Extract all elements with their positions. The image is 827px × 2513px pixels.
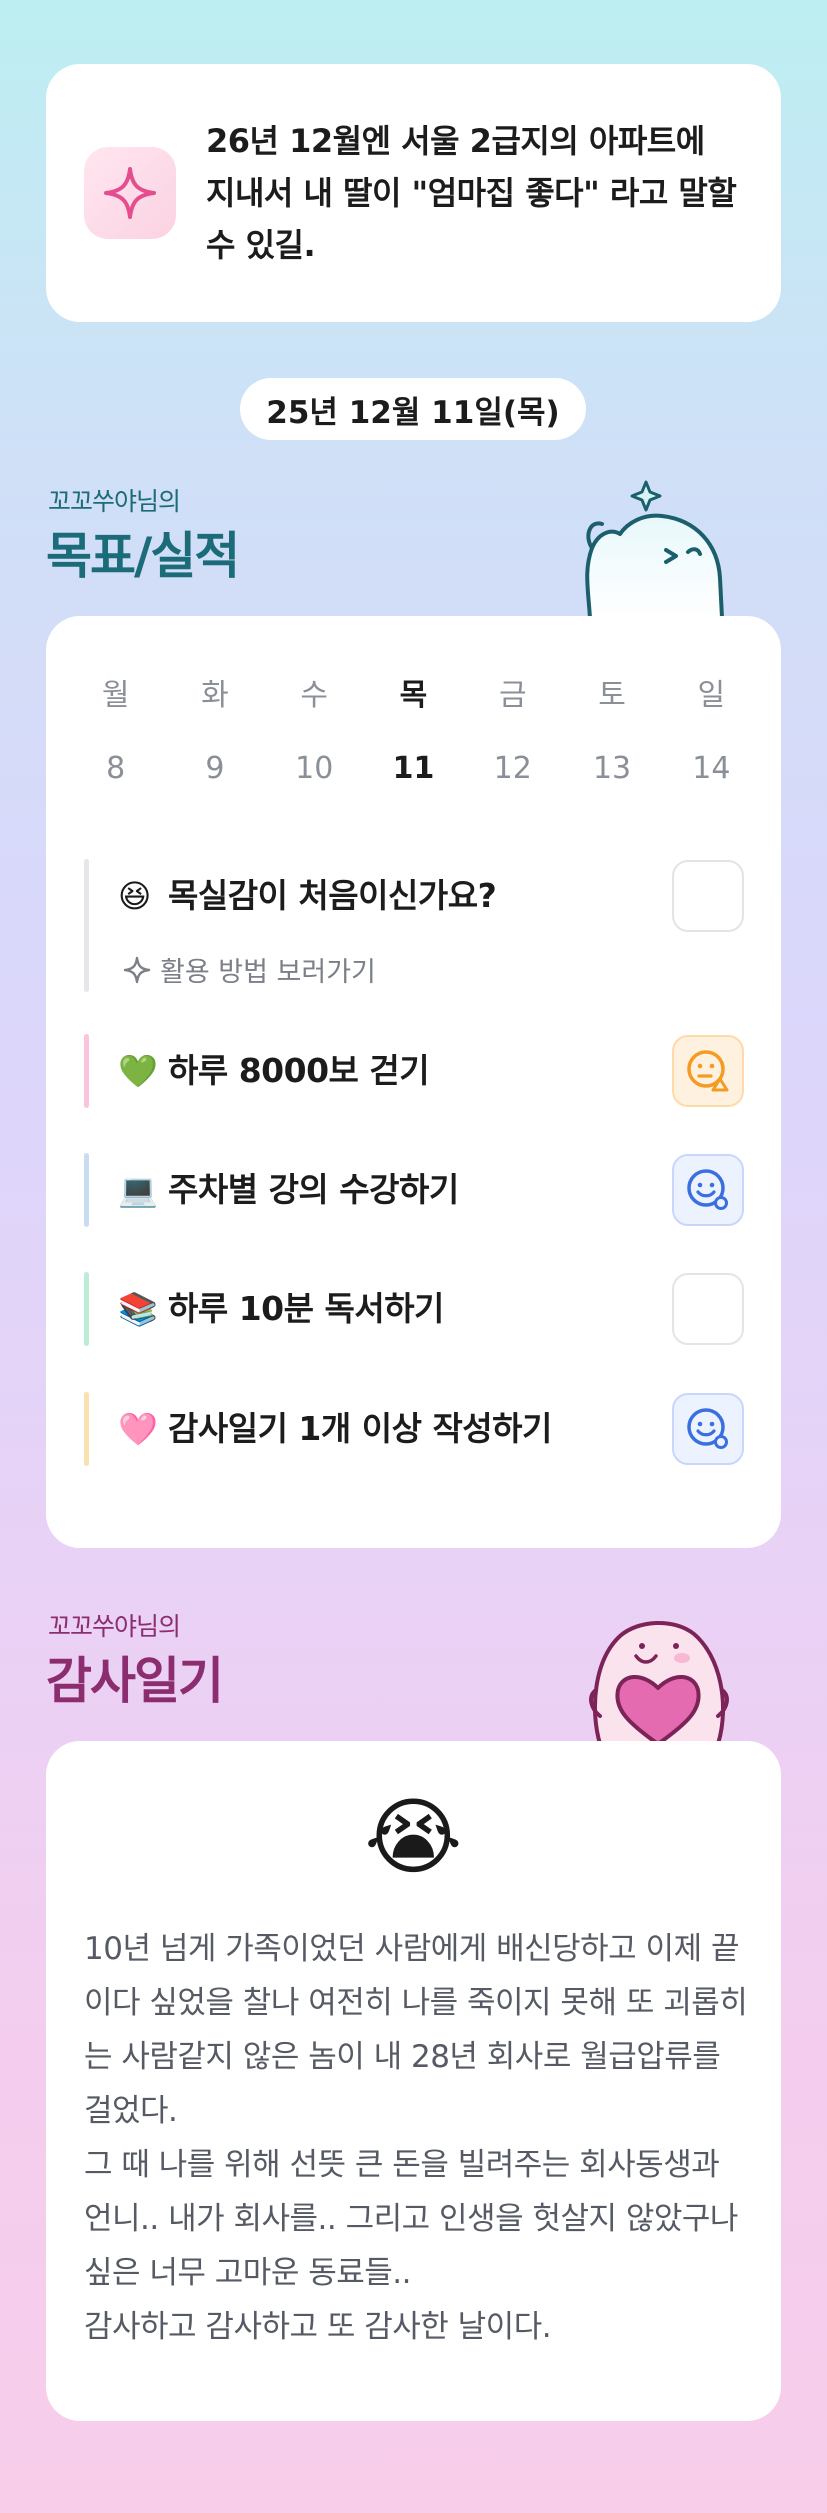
date-cell[interactable]: 14 (662, 751, 761, 786)
task-label: 하루 10분 독서하기 (168, 1289, 444, 1328)
how-to-use-link[interactable]: 활용 방법 보러가기 (122, 950, 376, 989)
date-cell-today[interactable]: 11 (364, 751, 463, 786)
weekday-label[interactable]: 금 (463, 670, 562, 714)
task-label: 주차별 강의 수강하기 (168, 1170, 459, 1209)
date-cell[interactable]: 8 (66, 751, 165, 786)
goals-section-subtitle: 꼬꼬쑤야님의 (48, 487, 181, 516)
weekday-label[interactable]: 수 (265, 670, 364, 714)
task-item-gratitude[interactable]: 🩷 감사일기 1개 이상 작성하기 (84, 1392, 744, 1466)
diary-text: 10년 넘게 가족이었던 사람에게 배신당하고 이제 끝이다 싶었을 찰나 여전… (84, 1931, 748, 2345)
date-cell[interactable]: 9 (165, 751, 264, 786)
weekday-label[interactable]: 월 (66, 670, 165, 714)
weekday-label-today[interactable]: 목 (364, 670, 463, 714)
diary-section-title: 감사일기 (46, 1652, 224, 1710)
task-color-bar (84, 1272, 89, 1346)
mascot-white-icon (585, 480, 724, 618)
task-checkbox-empty[interactable] (672, 860, 744, 932)
mascot-heart-icon (589, 1621, 729, 1744)
sparkle-icon (84, 147, 176, 239)
task-label: 목실감이 처음이신가요? (168, 876, 497, 915)
goals-card: 월 화 수 목 금 토 일 8 9 10 11 12 13 14 😆 목실감이 … (46, 616, 781, 1548)
task-item-walking[interactable]: 💚 하루 8000보 걷기 (84, 1034, 744, 1108)
sparkle-outline-icon (123, 956, 151, 983)
date-cell[interactable]: 10 (265, 751, 364, 786)
diary-section-subtitle: 꼬꼬쑤야님의 (48, 1612, 181, 1641)
goal-text: 26년 12월엔 서울 2급지의 아파트에 지내서 내 딸이 "엄마집 좋다" … (206, 122, 737, 264)
task-status-done-icon[interactable] (672, 1154, 744, 1226)
task-status-partial-icon[interactable] (672, 1035, 744, 1107)
date-cell[interactable]: 13 (562, 751, 661, 786)
weekday-label[interactable]: 일 (662, 670, 761, 714)
diary-card[interactable]: 😭 10년 넘게 가족이었던 사람에게 배신당하고 이제 끝이다 싶었을 찰나 … (46, 1741, 781, 2421)
task-label: 하루 8000보 걷기 (168, 1051, 430, 1090)
task-emoji: 💻 (118, 1171, 158, 1209)
task-emoji: 📚 (118, 1290, 158, 1328)
task-label: 감사일기 1개 이상 작성하기 (168, 1409, 552, 1448)
task-status-done-icon[interactable] (672, 1393, 744, 1465)
task-item-lecture[interactable]: 💻 주차별 강의 수강하기 (84, 1153, 744, 1227)
diary-mood-emoji: 😭 (364, 1788, 463, 1886)
how-to-use-label: 활용 방법 보러가기 (160, 957, 376, 988)
task-color-bar (84, 1153, 89, 1227)
goals-section-title: 목표/실적 (46, 527, 240, 585)
task-emoji: 💚 (118, 1052, 158, 1090)
date-row: 8 9 10 11 12 13 14 (66, 751, 761, 786)
weekday-label[interactable]: 화 (165, 670, 264, 714)
task-color-bar (84, 1392, 89, 1466)
task-checkbox-empty[interactable] (672, 1273, 744, 1345)
task-color-bar (84, 859, 89, 992)
date-pill[interactable]: 25년 12월 11일(목) (240, 378, 586, 440)
goal-card[interactable]: 26년 12월엔 서울 2급지의 아파트에 지내서 내 딸이 "엄마집 좋다" … (46, 64, 781, 322)
task-color-bar (84, 1034, 89, 1108)
task-emoji: 😆 (118, 877, 152, 915)
date-cell[interactable]: 12 (463, 751, 562, 786)
task-item-reading[interactable]: 📚 하루 10분 독서하기 (84, 1272, 744, 1346)
task-emoji: 🩷 (118, 1410, 158, 1448)
weekday-row: 월 화 수 목 금 토 일 (66, 670, 761, 714)
weekday-label[interactable]: 토 (562, 670, 661, 714)
